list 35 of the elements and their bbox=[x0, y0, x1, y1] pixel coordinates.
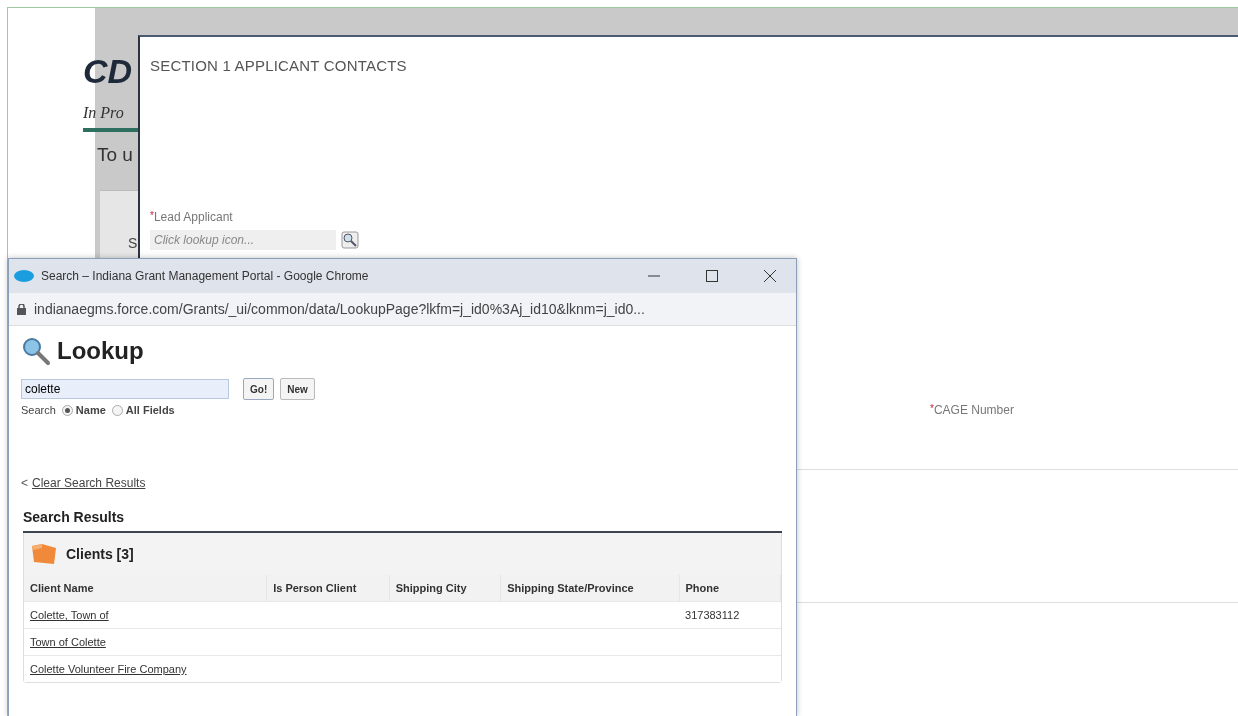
field-label: *CAGE Number bbox=[930, 403, 1015, 417]
magnifier-icon bbox=[21, 336, 51, 366]
folder-icon bbox=[30, 542, 58, 566]
table-cell: 317383112 bbox=[685, 609, 740, 621]
field-label: *Lead Applicant bbox=[150, 210, 234, 224]
radio-button[interactable] bbox=[61, 404, 73, 416]
page-title: CD bbox=[83, 52, 133, 91]
maximize-icon[interactable] bbox=[706, 270, 718, 282]
section-title: Clients [3] bbox=[66, 546, 134, 562]
section-heading: SECTION 1 APPLICANT CONTACTS bbox=[150, 57, 408, 74]
client-link[interactable]: Colette Volunteer Fire Company bbox=[30, 663, 187, 675]
close-icon[interactable] bbox=[764, 270, 776, 282]
lookup-title: Lookup bbox=[57, 337, 144, 365]
radio-label: Name bbox=[75, 404, 106, 416]
window-title: Search – Indiana Grant Management Portal - Google Chrome bbox=[41, 269, 370, 283]
column-header: Shipping City bbox=[389, 575, 501, 602]
client-link[interactable]: Colette, Town of bbox=[30, 609, 109, 621]
client-link[interactable]: Town of Colette bbox=[30, 636, 106, 648]
lookup-icon[interactable] bbox=[341, 231, 359, 249]
search-field[interactable]: colette bbox=[21, 379, 229, 399]
search-label: Search bbox=[21, 404, 56, 416]
column-header: Shipping State/Province bbox=[500, 575, 680, 602]
clear-link[interactable]: Clear Search Results bbox=[32, 476, 146, 490]
intro-text: To u bbox=[97, 144, 133, 166]
radio-label: All Fields bbox=[125, 404, 175, 416]
radio-button[interactable] bbox=[111, 404, 123, 416]
lock-icon bbox=[17, 303, 26, 315]
go-button[interactable]: Go! bbox=[243, 378, 275, 400]
column-header: Client Name bbox=[24, 575, 267, 602]
new-button[interactable]: New bbox=[280, 378, 315, 400]
card-text: S bbox=[128, 235, 138, 251]
lookup-field[interactable]: Click lookup icon... bbox=[150, 230, 336, 250]
column-header: Phone bbox=[679, 575, 781, 602]
column-header: Is Person Client bbox=[266, 575, 390, 602]
back-arrow: < bbox=[21, 476, 28, 490]
